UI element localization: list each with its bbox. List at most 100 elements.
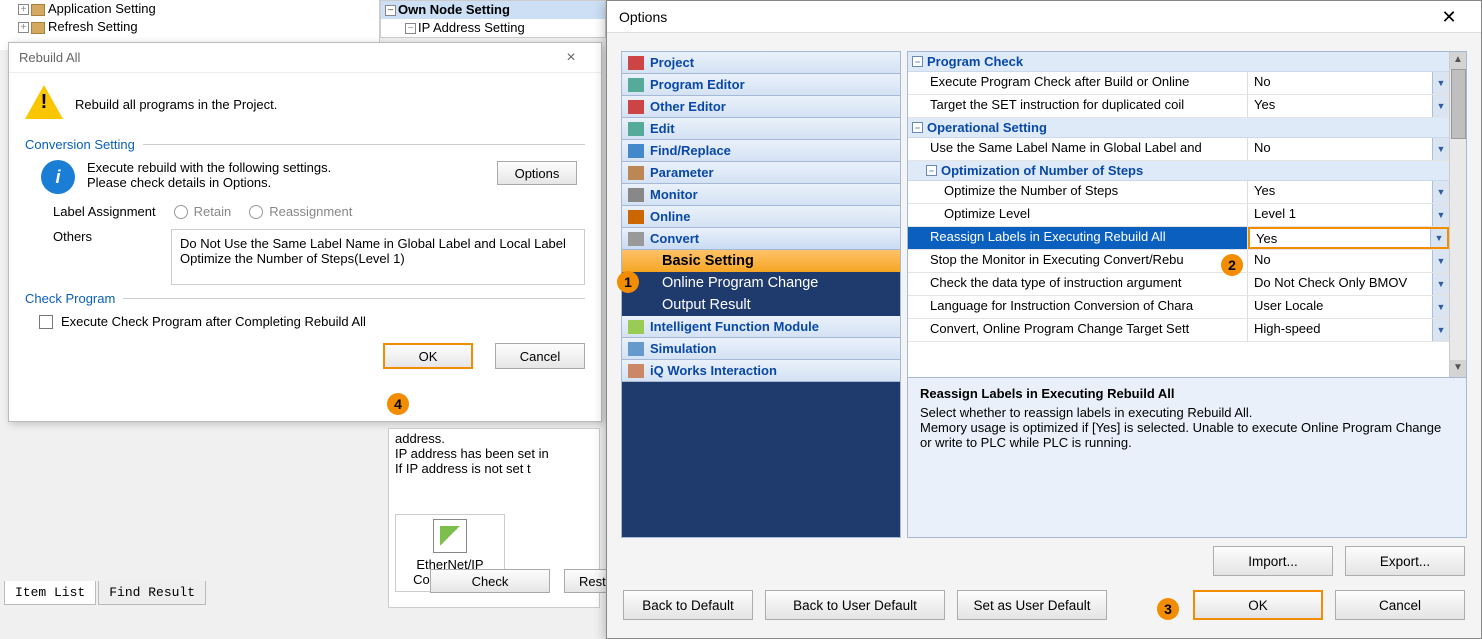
prop-language-instruction[interactable]: Language for Instruction Conversion of C… — [908, 296, 1449, 319]
help-body: Select whether to reassign labels in exe… — [920, 405, 1454, 450]
chevron-down-icon[interactable]: ▼ — [1432, 138, 1449, 160]
group-program-check[interactable]: −Program Check — [908, 52, 1449, 72]
cat-monitor[interactable]: Monitor — [622, 184, 900, 206]
cat-project[interactable]: Project — [622, 52, 900, 74]
rebuild-all-dialog: Rebuild All × Rebuild all programs in th… — [8, 42, 602, 422]
section-conversion-setting: Conversion Setting — [25, 137, 585, 152]
cat-simulation[interactable]: Simulation — [622, 338, 900, 360]
callout-3: 3 — [1157, 598, 1179, 620]
options-button[interactable]: Options — [497, 161, 577, 185]
tree-ip-address[interactable]: −IP Address Setting — [381, 19, 605, 37]
prop-same-label-name[interactable]: Use the Same Label Name in Global Label … — [908, 138, 1449, 161]
simulation-icon — [628, 342, 644, 356]
tree-own-node[interactable]: −Own Node Setting — [381, 1, 605, 19]
cat-convert[interactable]: Convert — [622, 228, 900, 250]
cat-intelligent-function[interactable]: Intelligent Function Module — [622, 316, 900, 338]
rebuild-cancel-button[interactable]: Cancel — [495, 343, 585, 369]
scroll-up-icon[interactable]: ▲ — [1450, 52, 1466, 69]
rebuild-ok-button[interactable]: OK — [383, 343, 473, 369]
prop-optimize-level[interactable]: Optimize LevelLevel 1▼ — [908, 204, 1449, 227]
cat-other-editor[interactable]: Other Editor — [622, 96, 900, 118]
tab-item-list[interactable]: Item List — [4, 581, 96, 605]
options-close-icon[interactable]: ✕ — [1429, 1, 1469, 32]
callout-4: 4 — [387, 393, 409, 415]
help-title: Reassign Labels in Executing Rebuild All — [920, 386, 1454, 401]
chevron-down-icon[interactable]: ▼ — [1432, 181, 1449, 203]
callout-2: 2 — [1221, 254, 1243, 276]
property-help-box: Reassign Labels in Executing Rebuild All… — [908, 377, 1466, 537]
tree-item-app-setting[interactable]: +Application Setting — [0, 0, 379, 18]
chevron-down-icon[interactable]: ▼ — [1430, 229, 1447, 247]
cat-convert-online-change[interactable]: Online Program Change — [622, 272, 900, 294]
back-to-default-button[interactable]: Back to Default — [623, 590, 753, 620]
grid-scrollbar[interactable]: ▲ ▼ — [1449, 52, 1466, 377]
others-textbox: Do Not Use the Same Label Name in Global… — [171, 229, 585, 285]
rebuild-info-text: Execute rebuild with the following setti… — [87, 160, 331, 190]
other-editor-icon — [628, 100, 644, 114]
pencil-icon — [433, 519, 467, 553]
export-button[interactable]: Export... — [1345, 546, 1465, 576]
ifm-icon — [628, 320, 644, 334]
rebuild-warning-text: Rebuild all programs in the Project. — [75, 97, 277, 112]
chevron-down-icon[interactable]: ▼ — [1432, 296, 1449, 318]
cat-parameter[interactable]: Parameter — [622, 162, 900, 184]
cat-edit[interactable]: Edit — [622, 118, 900, 140]
label-assignment-label: Label Assignment — [53, 204, 156, 219]
options-category-tree: Project Program Editor Other Editor Edit… — [621, 51, 901, 538]
prop-optimize-steps[interactable]: Optimize the Number of StepsYes▼ — [908, 181, 1449, 204]
find-icon — [628, 144, 644, 158]
prop-stop-monitor[interactable]: Stop the Monitor in Executing Convert/Re… — [908, 250, 1449, 273]
chevron-down-icon[interactable]: ▼ — [1432, 319, 1449, 341]
import-button[interactable]: Import... — [1213, 546, 1333, 576]
group-operational-setting[interactable]: −Operational Setting — [908, 118, 1449, 138]
execute-check-checkbox[interactable] — [39, 315, 53, 329]
project-icon — [628, 56, 644, 70]
iq-works-icon — [628, 364, 644, 378]
prop-convert-target[interactable]: Convert, Online Program Change Target Se… — [908, 319, 1449, 342]
node-setting-tree: −Own Node Setting −IP Address Setting — [380, 0, 606, 38]
rebuild-title: Rebuild All — [19, 43, 80, 72]
execute-check-label: Execute Check Program after Completing R… — [61, 314, 366, 329]
chevron-down-icon[interactable]: ▼ — [1432, 250, 1449, 272]
group-optimization-steps[interactable]: −Optimization of Number of Steps — [908, 161, 1449, 181]
options-ok-button[interactable]: OK — [1193, 590, 1323, 620]
reassignment-radio[interactable]: Reassignment — [249, 204, 352, 219]
cat-iq-works[interactable]: iQ Works Interaction — [622, 360, 900, 382]
prop-reassign-labels[interactable]: Reassign Labels in Executing Rebuild All… — [908, 227, 1449, 250]
back-to-user-default-button[interactable]: Back to User Default — [765, 590, 945, 620]
prop-check-data-type[interactable]: Check the data type of instruction argum… — [908, 273, 1449, 296]
options-cancel-button[interactable]: Cancel — [1335, 590, 1465, 620]
info-icon: i — [41, 160, 75, 194]
cat-convert-basic[interactable]: Basic Setting — [622, 250, 900, 272]
check-button[interactable]: Check — [430, 569, 550, 593]
cat-convert-output-result[interactable]: Output Result — [622, 294, 900, 316]
program-editor-icon — [628, 78, 644, 92]
scroll-down-icon[interactable]: ▼ — [1450, 360, 1466, 377]
chevron-down-icon[interactable]: ▼ — [1432, 273, 1449, 295]
bottom-tabs: Item List Find Result — [4, 581, 206, 605]
convert-icon — [628, 232, 644, 246]
prop-target-set-instruction[interactable]: Target the SET instruction for duplicate… — [908, 95, 1449, 118]
chevron-down-icon[interactable]: ▼ — [1432, 204, 1449, 226]
others-label: Others — [53, 229, 153, 244]
tree-item-refresh-setting[interactable]: +Refresh Setting — [0, 18, 379, 36]
callout-1: 1 — [617, 271, 639, 293]
prop-execute-program-check[interactable]: Execute Program Check after Build or Onl… — [908, 72, 1449, 95]
cat-find-replace[interactable]: Find/Replace — [622, 140, 900, 162]
options-title: Options — [619, 1, 667, 32]
monitor-icon — [628, 188, 644, 202]
tab-find-result[interactable]: Find Result — [98, 581, 206, 605]
close-icon[interactable]: × — [551, 43, 591, 72]
online-icon — [628, 210, 644, 224]
cat-online[interactable]: Online — [622, 206, 900, 228]
chevron-down-icon[interactable]: ▼ — [1432, 95, 1449, 117]
scroll-thumb[interactable] — [1451, 69, 1466, 139]
retain-radio[interactable]: Retain — [174, 204, 232, 219]
chevron-down-icon[interactable]: ▼ — [1432, 72, 1449, 94]
set-as-user-default-button[interactable]: Set as User Default — [957, 590, 1107, 620]
section-check-program: Check Program — [25, 291, 585, 306]
warning-icon — [25, 85, 63, 123]
options-dialog: Options ✕ Project Program Editor Other E… — [606, 0, 1482, 639]
cat-program-editor[interactable]: Program Editor — [622, 74, 900, 96]
options-property-grid: ▲ ▼ −Program Check Execute Program Check… — [907, 51, 1467, 538]
